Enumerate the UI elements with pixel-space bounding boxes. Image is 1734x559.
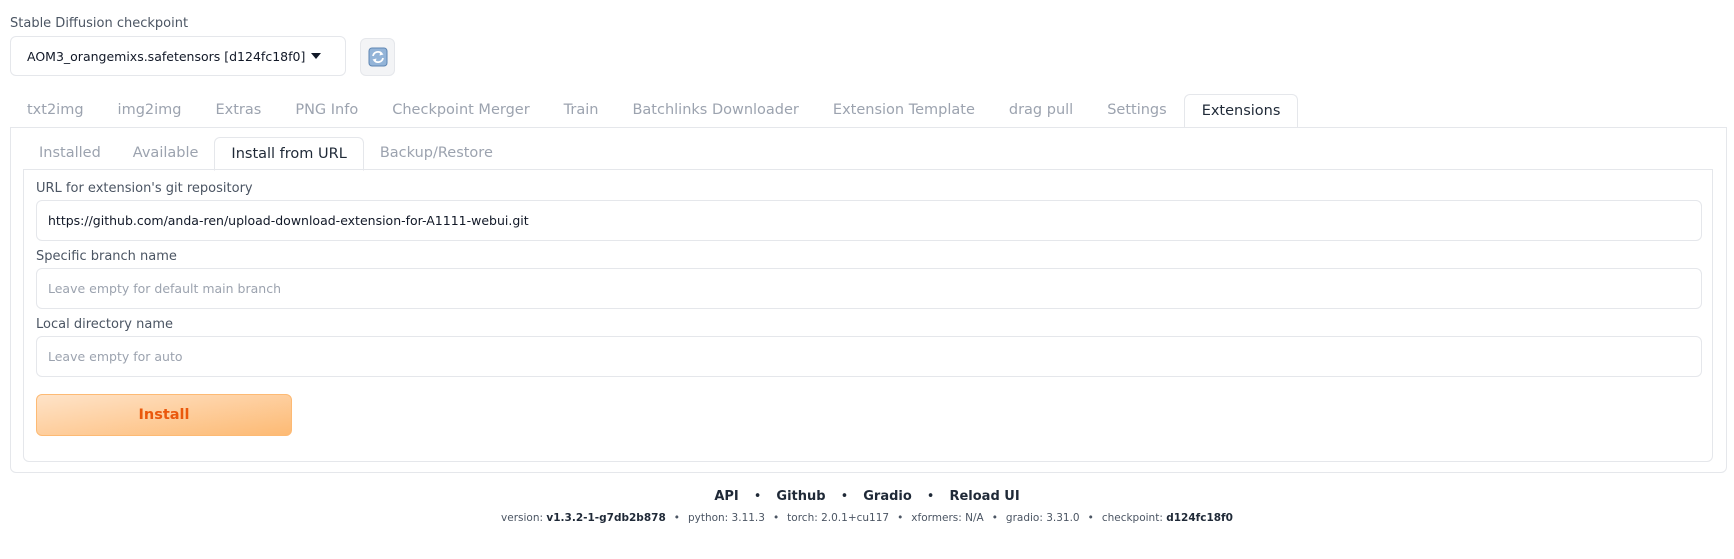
tab-settings[interactable]: Settings	[1090, 93, 1183, 127]
tab-checkpoint-merger[interactable]: Checkpoint Merger	[375, 93, 546, 127]
info-separator: •	[897, 512, 904, 524]
api-link[interactable]: API	[714, 489, 738, 504]
tab-txt2img[interactable]: txt2img	[10, 93, 101, 127]
checkpoint-value: AOM3_orangemixs.safetensors [d124fc18f0]	[27, 48, 306, 64]
extensions-page: Stable Diffusion checkpoint AOM3_orangem…	[0, 0, 1734, 559]
reload-ui-link[interactable]: Reload UI	[949, 489, 1019, 504]
github-link[interactable]: Github	[776, 489, 825, 504]
tab-img2img[interactable]: img2img	[101, 93, 199, 127]
directory-input[interactable]	[36, 336, 1702, 377]
footer-separator: •	[926, 489, 935, 504]
gradio-version: gradio: 3.31.0	[1005, 512, 1080, 524]
checkpoint-info-label: checkpoint:	[1101, 512, 1163, 524]
footer-links: API • Github • Gradio • Reload UI	[0, 489, 1734, 504]
torch-version: torch: 2.0.1+cu117	[787, 512, 890, 524]
python-version: python: 3.11.3	[687, 512, 765, 524]
info-separator: •	[1087, 512, 1094, 524]
tab-extras[interactable]: Extras	[199, 93, 279, 127]
footer-separator: •	[753, 489, 762, 504]
refresh-icon	[368, 47, 387, 67]
subtab-available[interactable]: Available	[117, 136, 215, 170]
install-button[interactable]: Install	[36, 394, 292, 436]
tab-png-info[interactable]: PNG Info	[278, 93, 375, 127]
chevron-down-icon	[311, 53, 321, 59]
tab-extensions[interactable]: Extensions	[1183, 94, 1299, 128]
branch-input[interactable]	[36, 268, 1702, 309]
tab-extension-template[interactable]: Extension Template	[816, 93, 992, 127]
checkpoint-label: Stable Diffusion checkpoint	[10, 16, 189, 31]
tab-batchlinks-downloader[interactable]: Batchlinks Downloader	[615, 93, 815, 127]
gradio-link[interactable]: Gradio	[863, 489, 912, 504]
directory-field-label: Local directory name	[36, 317, 173, 332]
info-separator: •	[772, 512, 780, 524]
main-tabs: txt2img img2img Extras PNG Info Checkpoi…	[10, 93, 1726, 128]
version-info: version: v1.3.2-1-g7db2b878 • python: 3.…	[0, 512, 1734, 524]
subtab-install-from-url[interactable]: Install from URL	[214, 137, 364, 171]
tab-drag-pull[interactable]: drag pull	[992, 93, 1090, 127]
branch-field-label: Specific branch name	[36, 249, 177, 264]
url-field-label: URL for extension's git repository	[36, 181, 253, 196]
tab-train[interactable]: Train	[547, 93, 616, 127]
checkpoint-dropdown[interactable]: AOM3_orangemixs.safetensors [d124fc18f0]	[10, 36, 346, 76]
checkpoint-info-value: d124fc18f0	[1166, 512, 1233, 524]
subtab-installed[interactable]: Installed	[23, 136, 117, 170]
info-separator: •	[673, 512, 680, 524]
info-separator: •	[991, 512, 998, 524]
version-label: version:	[501, 512, 544, 524]
version-value: v1.3.2-1-g7db2b878	[546, 512, 666, 524]
footer-separator: •	[840, 489, 849, 504]
url-input[interactable]	[36, 200, 1702, 241]
subtab-backup-restore[interactable]: Backup/Restore	[364, 136, 509, 170]
refresh-checkpoint-button[interactable]	[360, 38, 395, 76]
extensions-subtabs: Installed Available Install from URL Bac…	[23, 136, 509, 171]
xformers-version: xformers: N/A	[911, 512, 984, 524]
